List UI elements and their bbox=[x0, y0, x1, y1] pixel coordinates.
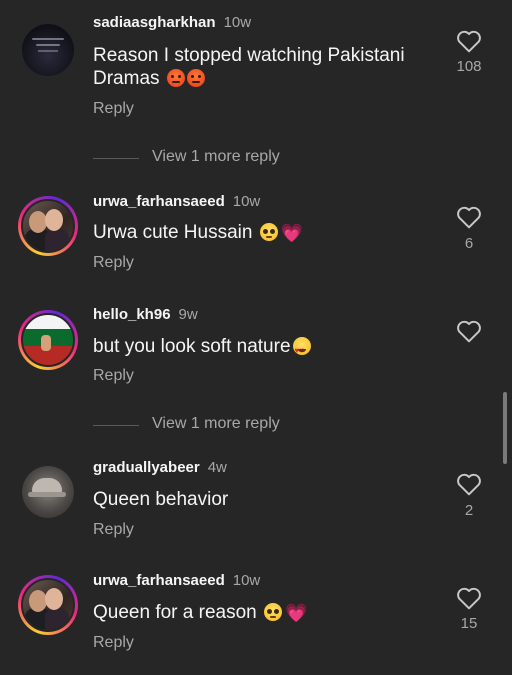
reply-button[interactable]: Reply bbox=[93, 521, 134, 539]
reply-button[interactable]: Reply bbox=[93, 100, 134, 118]
comment-time: 10w bbox=[223, 14, 252, 31]
comment-username[interactable]: urwa_farhansaeed 10w bbox=[93, 193, 260, 210]
divider-line bbox=[93, 425, 139, 426]
heart-icon[interactable] bbox=[456, 29, 482, 53]
comment-time: 10w bbox=[232, 572, 261, 589]
avatar[interactable] bbox=[22, 466, 74, 518]
comment-username[interactable]: sadiaasgharkhan 10w bbox=[93, 14, 251, 31]
pleading-face-emoji bbox=[259, 223, 278, 241]
pleading-face-emoji bbox=[264, 603, 282, 621]
comment-text: but you look soft nature bbox=[93, 335, 443, 362]
comment-time: 10w bbox=[232, 193, 261, 210]
reply-button[interactable]: Reply bbox=[93, 367, 134, 385]
pink-heart-emoji: 💗 bbox=[285, 603, 308, 623]
comment-text: Reason I stopped watching Pakistani Dram… bbox=[93, 45, 405, 89]
heart-eyes-emoji bbox=[292, 337, 311, 362]
heart-icon[interactable] bbox=[456, 472, 482, 496]
comment-time: 9w bbox=[178, 306, 198, 323]
reply-button[interactable]: Reply bbox=[93, 634, 134, 652]
comment-username[interactable]: urwa_farhansaeed 10w bbox=[93, 572, 260, 589]
heart-icon[interactable] bbox=[456, 586, 482, 610]
view-more-replies[interactable]: View 1 more reply bbox=[93, 148, 313, 168]
comment-text: Queen for a reason 💗 bbox=[93, 602, 308, 623]
view-more-replies[interactable]: View 1 more reply bbox=[93, 415, 313, 435]
scrollbar-thumb[interactable] bbox=[503, 392, 507, 464]
comment-time: 4w bbox=[207, 459, 227, 476]
view-more-label: View 1 more reply bbox=[152, 415, 280, 432]
like-count: 6 bbox=[464, 235, 474, 252]
like-count: 2 bbox=[464, 502, 474, 519]
pink-heart-emoji: 💗 bbox=[280, 223, 304, 243]
like-count: 15 bbox=[460, 615, 478, 632]
angry-face-emoji bbox=[186, 69, 205, 87]
avatar[interactable] bbox=[18, 310, 78, 370]
heart-icon[interactable] bbox=[456, 205, 482, 229]
comment-username[interactable]: hello_kh96 9w bbox=[93, 306, 198, 323]
heart-icon[interactable] bbox=[456, 319, 482, 343]
avatar[interactable] bbox=[18, 575, 78, 635]
angry-face-emoji bbox=[166, 69, 185, 87]
comment-text: Urwa cute Hussain 💗 bbox=[93, 222, 304, 243]
comment-text: Queen behavior bbox=[93, 489, 229, 510]
divider-line bbox=[93, 158, 139, 159]
avatar[interactable] bbox=[22, 24, 74, 76]
like-count: 108 bbox=[456, 58, 482, 75]
avatar[interactable] bbox=[18, 196, 78, 256]
comment-username[interactable]: graduallyabeer 4w bbox=[93, 459, 227, 476]
view-more-label: View 1 more reply bbox=[152, 148, 280, 165]
reply-button[interactable]: Reply bbox=[93, 254, 134, 272]
